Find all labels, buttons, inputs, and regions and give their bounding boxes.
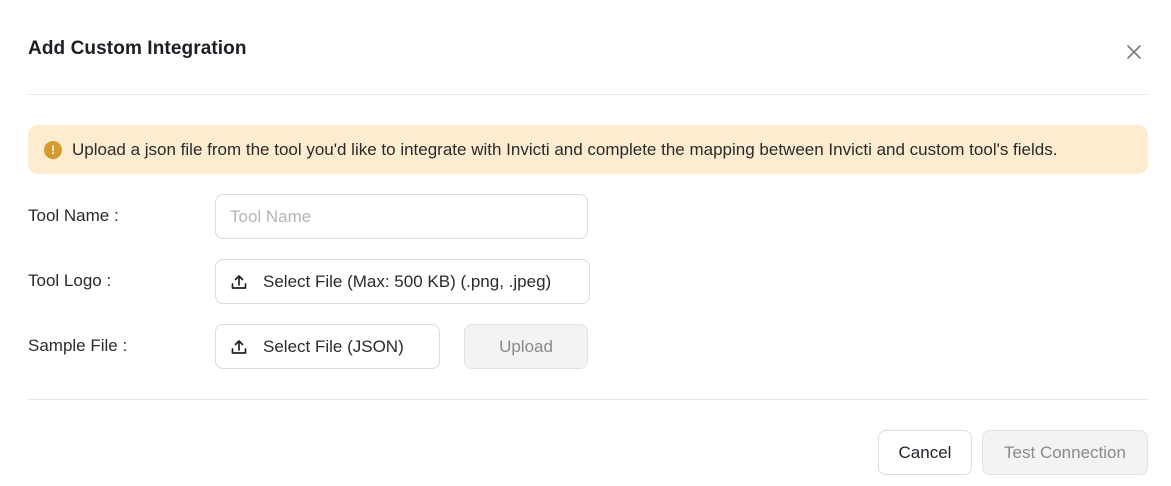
alert-text: Upload a json file from the tool you'd l…	[72, 139, 1058, 159]
upload-icon	[230, 273, 248, 291]
tool-logo-select-file-button[interactable]: Select File (Max: 500 KB) (.png, .jpeg)	[215, 259, 590, 304]
close-icon	[1127, 45, 1141, 59]
info-alert: ! Upload a json file from the tool you'd…	[28, 125, 1148, 174]
upload-button[interactable]: Upload	[464, 324, 588, 369]
tool-name-label: Tool Name :	[28, 206, 119, 225]
exclamation-icon: !	[44, 140, 62, 159]
tool-logo-select-file-label: Select File (Max: 500 KB) (.png, .jpeg)	[263, 271, 552, 291]
add-custom-integration-dialog: Add Custom Integration ! Upload a json f…	[0, 0, 1171, 486]
dialog-title: Add Custom Integration	[28, 38, 247, 59]
dialog-header: Add Custom Integration	[28, 0, 1148, 95]
cancel-button[interactable]: Cancel	[878, 430, 972, 475]
sample-file-select-file-button[interactable]: Select File (JSON)	[215, 324, 440, 369]
upload-icon	[230, 338, 248, 356]
sample-file-label: Sample File :	[28, 336, 128, 355]
footer-divider	[28, 399, 1148, 400]
tool-name-input[interactable]	[215, 194, 588, 239]
tool-logo-label: Tool Logo :	[28, 271, 112, 290]
test-connection-button[interactable]: Test Connection	[982, 430, 1148, 475]
sample-file-select-file-label: Select File (JSON)	[263, 336, 404, 356]
close-button[interactable]	[1124, 42, 1144, 62]
